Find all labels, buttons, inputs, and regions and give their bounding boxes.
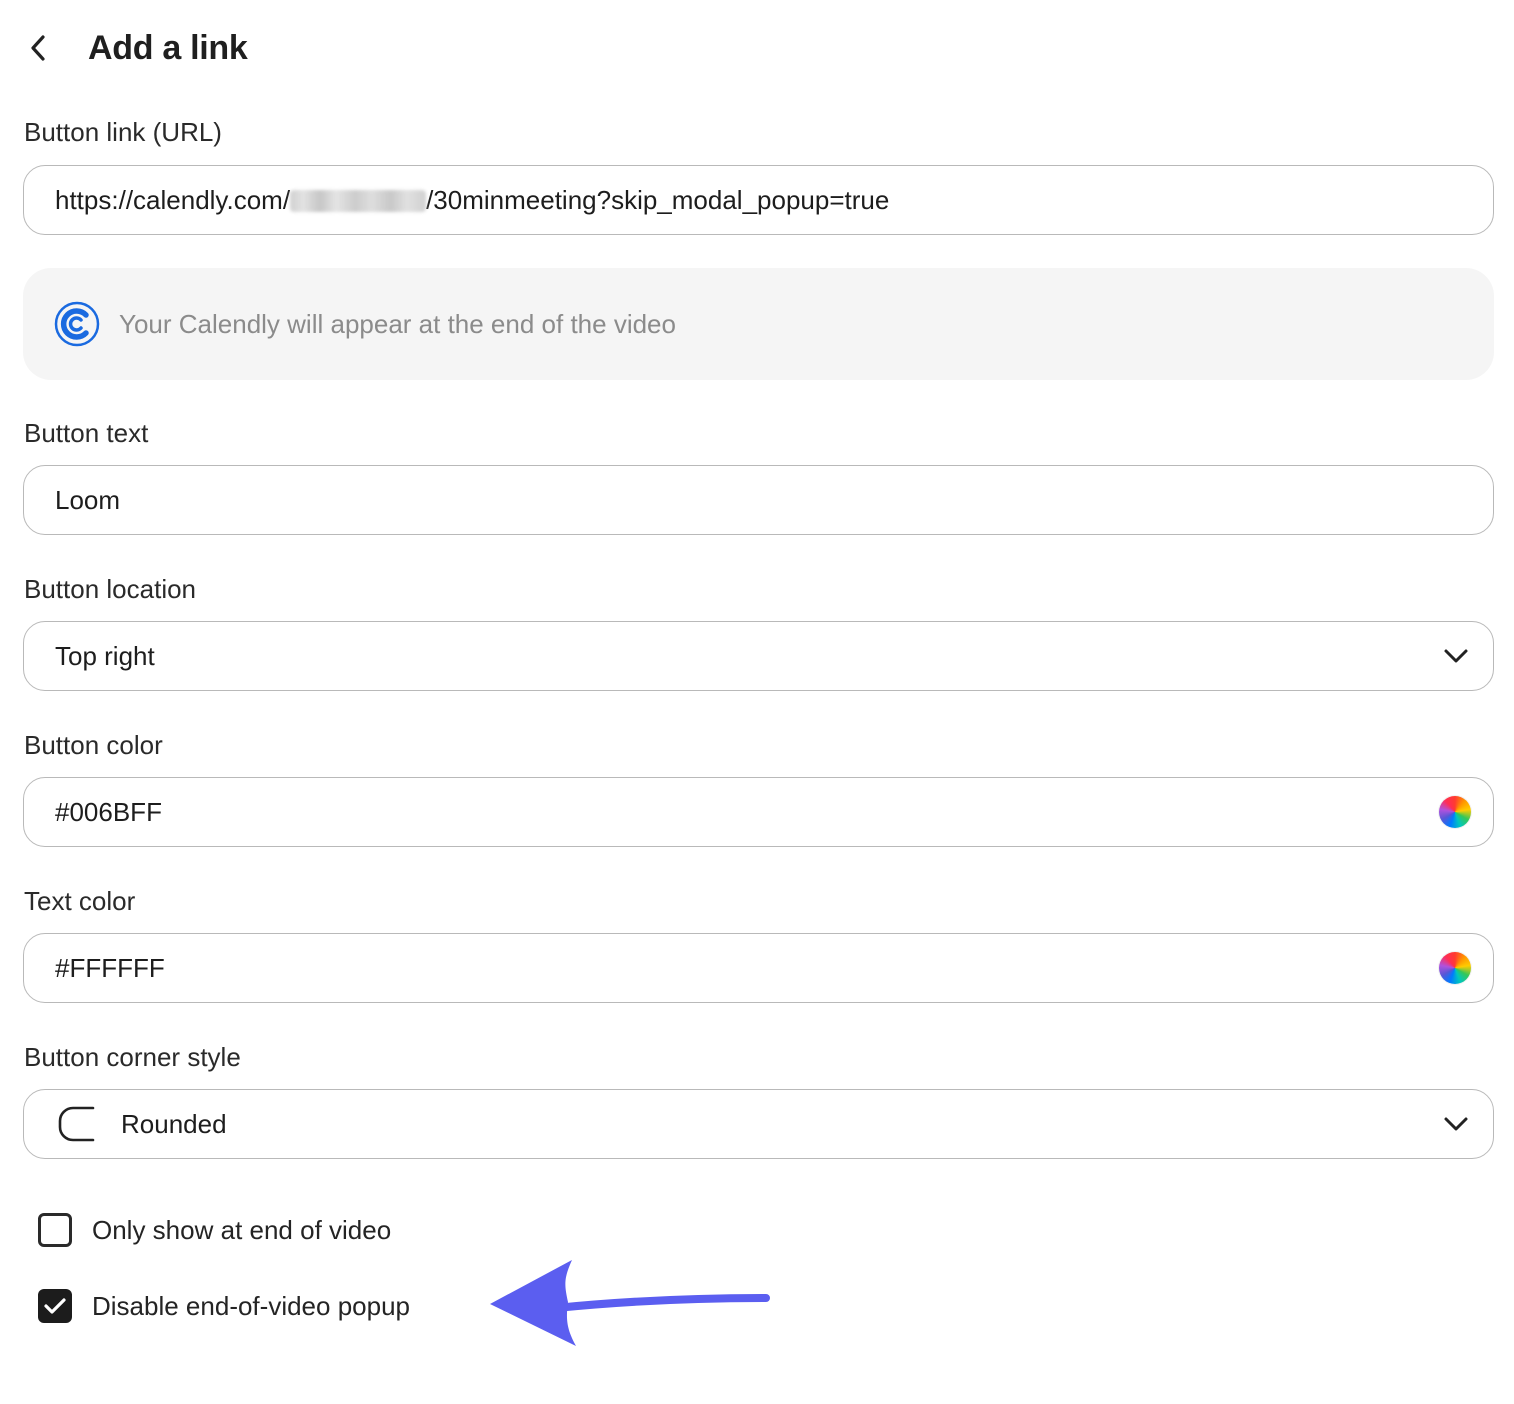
calendly-notice-text: Your Calendly will appear at the end of … xyxy=(119,308,676,339)
text-color-value: #FFFFFF xyxy=(55,952,165,983)
button-color-label: Button color xyxy=(24,730,163,760)
button-color-input[interactable]: #006BFF xyxy=(23,777,1494,847)
disable-popup-label: Disable end-of-video popup xyxy=(92,1290,410,1321)
only-show-end-checkbox[interactable] xyxy=(38,1213,72,1247)
header: Add a link xyxy=(22,22,248,74)
button-location-value: Top right xyxy=(55,640,155,671)
button-text-value: Loom xyxy=(55,484,121,515)
redacted-text xyxy=(290,189,427,212)
button-color-value: #006BFF xyxy=(55,796,162,827)
chevron-down-icon xyxy=(1441,1109,1471,1139)
button-link-value: https://calendly.com/ /30minmeeting?skip_… xyxy=(55,185,1471,216)
button-text-label: Button text xyxy=(24,418,149,448)
only-show-end-label: Only show at end of video xyxy=(92,1214,392,1245)
color-picker-icon[interactable] xyxy=(1439,952,1471,984)
button-location-select[interactable]: Top right xyxy=(23,621,1494,691)
annotation-arrow-icon xyxy=(490,1260,770,1346)
disable-popup-option[interactable]: Disable end-of-video popup xyxy=(38,1286,410,1326)
text-color-input[interactable]: #FFFFFF xyxy=(23,933,1494,1003)
checkmark-icon xyxy=(44,1298,66,1314)
url-suffix: /30minmeeting?skip_modal_popup=true xyxy=(426,184,890,215)
chevron-down-icon xyxy=(1441,641,1471,671)
calendly-logo-icon xyxy=(54,301,100,347)
button-location-label: Button location xyxy=(24,574,197,604)
button-text-input[interactable]: Loom xyxy=(23,465,1494,535)
url-prefix: https://calendly.com/ xyxy=(55,184,291,215)
button-link-input[interactable]: https://calendly.com/ /30minmeeting?skip_… xyxy=(23,165,1494,235)
only-show-end-option[interactable]: Only show at end of video xyxy=(38,1210,391,1250)
page-title: Add a link xyxy=(88,28,248,67)
color-picker-icon[interactable] xyxy=(1439,796,1471,828)
calendly-notice: Your Calendly will appear at the end of … xyxy=(23,268,1494,380)
corner-style-select[interactable]: Rounded xyxy=(23,1089,1494,1159)
disable-popup-checkbox[interactable] xyxy=(38,1289,72,1323)
rounded-corner-icon xyxy=(57,1105,95,1143)
corner-style-label: Button corner style xyxy=(24,1042,241,1072)
corner-style-value: Rounded xyxy=(121,1108,227,1139)
text-color-label: Text color xyxy=(24,886,136,916)
button-link-label: Button link (URL) xyxy=(24,117,222,147)
back-button[interactable] xyxy=(22,22,54,74)
add-link-panel: Add a link Button link (URL) https://cal… xyxy=(0,0,1514,1404)
chevron-left-icon xyxy=(31,35,45,61)
